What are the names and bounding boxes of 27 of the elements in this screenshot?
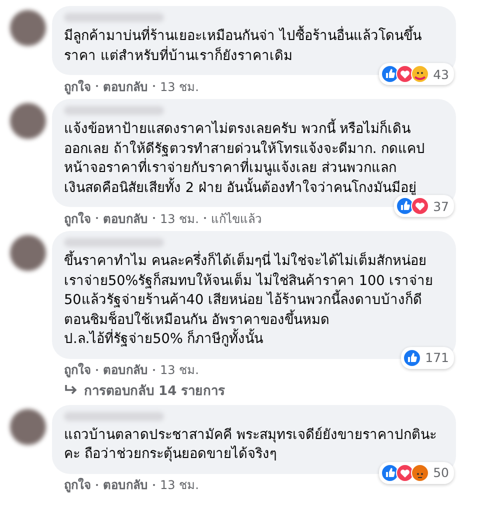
- comment-text: แถวบ้านตลาดประชาสามัคคี พระสมุทรเจดีย์ยังขายราคาปกตินะ คะ ถือว่าช่วยกระตุ้นยอดขายได้จริงๆ: [64, 426, 438, 464]
- reaction-badge[interactable]: 171: [401, 346, 454, 368]
- comment-text: ขึ้นราคาทำไม คนละครึ่งก็ได้เต็มๆนี่ ไม่ใช่จะได้ไม่เต็มสักหน่อย เราจ่าย50%รัฐก็สมทบให้จนเต็ม ไม่ใช่สินค้าราคา 100 เราจ่าย 50แล้วรัฐจ่ายร้านค้า40 เสียหน่อย ไอ้ร้านพวกนี้ลงดาบบ้างก็ดี ตอนชิมช็อปใช้เหมือนกัน อัพราคาของขึ้นหมด ป.ล.ไอ้ที่รัฐจ่าย50% ก็ภาษีกูทั้งนั้น: [64, 252, 444, 350]
- comment-time[interactable]: 13 ชม.: [160, 360, 199, 379]
- edited-label[interactable]: แก้ไขแล้ว: [210, 208, 262, 228]
- view-replies-link[interactable]: การตอบกลับ 14 รายการ: [64, 380, 226, 400]
- comment-text: แจ้งข้อหาป้ายแสดงราคาไม่ตรงเลยครับ พวกนี้ หรือไม่ก็เดิน ออกเลย ถ้าให้ดีรัฐตวรทำสายด่วนให้โทรแจ้งจะดีมาก. กดแคป หน้าจอราคาที่เราจ่ายกับราคาที่เมนูแจ้งเลย ส่วนพวกแลก เงินสดคือนิสัยเสียทั้ง 2 ฝ่าย อันนั้นต้องทำใจว่าคนโกงมันมีอยู่: [64, 120, 444, 198]
- comment-time[interactable]: 13 ชม.: [160, 475, 199, 494]
- avatar-placeholder[interactable]: [10, 103, 46, 139]
- comment-text: มีลูกค้ามาบ่นที่ร้านเยอะเหมือนกันจ่า ไปซื้อร้านอื่นแล้วโดนขึ้น ราคา แต่สำหรับที่บ้านเราก็ยังราคาเดิม: [64, 27, 444, 66]
- avatar-placeholder[interactable]: [10, 235, 46, 271]
- reaction-badge[interactable]: 37: [394, 195, 454, 217]
- reply-link[interactable]: ตอบกลับ: [103, 360, 148, 379]
- like-link[interactable]: ถูกใจ: [64, 76, 91, 96]
- reply-link[interactable]: ตอบกลับ: [103, 76, 148, 96]
- like-link[interactable]: ถูกใจ: [64, 360, 91, 379]
- reaction-badge[interactable]: 43: [379, 63, 454, 85]
- avatar-placeholder[interactable]: [10, 10, 46, 46]
- reply-arrow-icon: [64, 384, 78, 396]
- like-link[interactable]: ถูกใจ: [64, 475, 91, 494]
- comment-time[interactable]: 13 ชม.: [160, 76, 199, 96]
- avatar-placeholder[interactable]: [10, 408, 46, 444]
- reply-link[interactable]: ตอบกลับ: [103, 475, 148, 494]
- reply-link[interactable]: ตอบกลับ: [103, 208, 148, 228]
- reaction-badge[interactable]: 50: [379, 462, 454, 484]
- like-link[interactable]: ถูกใจ: [64, 208, 91, 228]
- comment-time[interactable]: 13 ชม.: [160, 208, 199, 228]
